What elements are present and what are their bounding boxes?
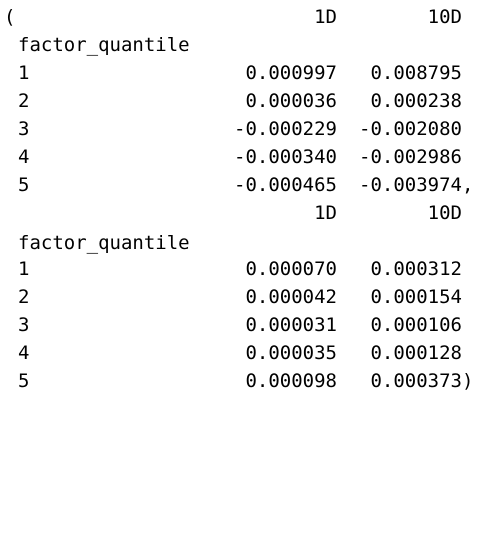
- table-row: 5 0.000098 0.000373 ): [0, 367, 487, 395]
- tuple-output: ( 1D 10D factor_quantile 1 0.000997 0.00…: [0, 0, 487, 456]
- value-10d: 0.000154: [370, 286, 462, 308]
- value-1d: -0.000229: [234, 118, 337, 140]
- index-name: factor_quantile: [18, 34, 190, 56]
- table-row: 2 0.000036 0.000238: [0, 87, 487, 115]
- value-1d: 0.000042: [245, 286, 337, 308]
- column-header-10d: 10D: [427, 202, 462, 224]
- table-row: 1 0.000070 0.000312: [0, 255, 487, 283]
- value-10d: -0.002080: [359, 118, 462, 140]
- row-index: 1: [18, 258, 30, 280]
- column-header-1d: 1D: [314, 202, 337, 224]
- table-row: 3 0.000031 0.000106: [0, 311, 487, 339]
- value-10d: 0.000312: [370, 258, 462, 280]
- table-row: 4 -0.000340 -0.002986: [0, 143, 487, 171]
- column-header-10d: 10D: [427, 6, 462, 28]
- value-1d: 0.000098: [245, 370, 337, 392]
- table1-index-name-row: factor_quantile: [0, 31, 487, 59]
- index-name: factor_quantile: [18, 232, 190, 254]
- row-index: 2: [18, 90, 30, 112]
- value-1d: -0.000340: [234, 146, 337, 168]
- value-10d: -0.003974: [359, 174, 462, 196]
- value-1d: 0.000031: [245, 314, 337, 336]
- value-10d: 0.000106: [370, 314, 462, 336]
- closing-paren: ): [462, 370, 474, 392]
- table-row: 5 -0.000465 -0.003974 ,: [0, 171, 487, 199]
- opening-paren: (: [4, 6, 16, 28]
- row-index: 1: [18, 62, 30, 84]
- value-10d: 0.000373: [370, 370, 462, 392]
- tuple-separator: ,: [462, 174, 474, 196]
- value-1d: -0.000465: [234, 174, 337, 196]
- column-header-1d: 1D: [314, 6, 337, 28]
- value-1d: 0.000997: [245, 62, 337, 84]
- table-row: 3 -0.000229 -0.002080: [0, 115, 487, 143]
- row-index: 3: [18, 118, 30, 140]
- row-index: 5: [18, 370, 30, 392]
- row-index: 4: [18, 342, 30, 364]
- table2-index-name-row: factor_quantile: [0, 229, 487, 257]
- value-1d: 0.000035: [245, 342, 337, 364]
- value-10d: 0.000238: [370, 90, 462, 112]
- row-index: 5: [18, 174, 30, 196]
- table-row: 4 0.000035 0.000128: [0, 339, 487, 367]
- value-10d: 0.008795: [370, 62, 462, 84]
- table-row: 1 0.000997 0.008795: [0, 59, 487, 87]
- row-index: 2: [18, 286, 30, 308]
- value-10d: 0.000128: [370, 342, 462, 364]
- table-row: 2 0.000042 0.000154: [0, 283, 487, 311]
- value-1d: 0.000070: [245, 258, 337, 280]
- row-index: 4: [18, 146, 30, 168]
- table1-header-row: ( 1D 10D: [0, 3, 487, 31]
- table2-header-row: 1D 10D: [0, 199, 487, 227]
- value-10d: -0.002986: [359, 146, 462, 168]
- value-1d: 0.000036: [245, 90, 337, 112]
- row-index: 3: [18, 314, 30, 336]
